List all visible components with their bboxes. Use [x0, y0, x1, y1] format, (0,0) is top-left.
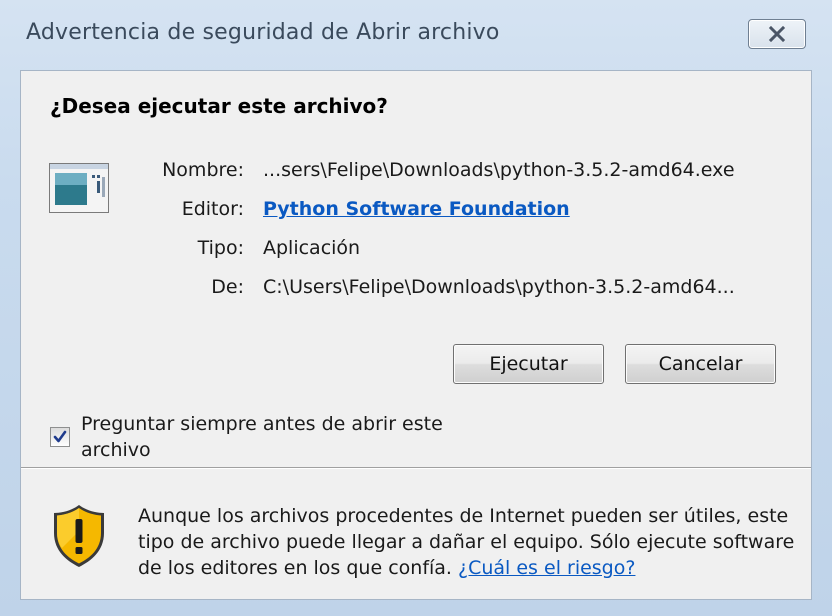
risk-link[interactable]: ¿Cuál es el riesgo?	[458, 557, 635, 579]
dialog-content: ¿Desea ejecutar este archivo? Nombre: ..…	[20, 70, 812, 600]
window-title: Advertencia de seguridad de Abrir archiv…	[26, 20, 500, 45]
warning-message: Aunque los archivos procedentes de Inter…	[138, 503, 798, 581]
always-ask-checkbox[interactable]	[50, 427, 70, 447]
name-value: ...sers\Felipe\Downloads\python-3.5.2-am…	[263, 159, 735, 181]
checkmark-icon	[53, 430, 67, 443]
close-button[interactable]	[748, 19, 806, 49]
dialog-window: Advertencia de seguridad de Abrir archiv…	[0, 0, 832, 616]
name-label: Nombre:	[162, 159, 244, 181]
publisher-label: Editor:	[181, 198, 244, 220]
publisher-link[interactable]: Python Software Foundation	[263, 198, 570, 220]
type-value: Aplicación	[263, 237, 361, 259]
from-value: C:\Users\Felipe\Downloads\python-3.5.2-a…	[263, 276, 735, 298]
dialog-question: ¿Desea ejecutar este archivo?	[50, 94, 388, 118]
always-ask-label[interactable]: Preguntar siempre antes de abrir este ar…	[81, 411, 461, 463]
warning-shield-icon	[54, 505, 104, 567]
title-bar[interactable]: Advertencia de seguridad de Abrir archiv…	[0, 0, 832, 70]
from-label: De:	[211, 276, 244, 298]
divider	[21, 467, 811, 469]
close-icon	[768, 26, 786, 42]
cancel-button[interactable]: Cancelar	[625, 344, 776, 384]
run-button[interactable]: Ejecutar	[453, 344, 604, 384]
type-label: Tipo:	[197, 237, 244, 259]
